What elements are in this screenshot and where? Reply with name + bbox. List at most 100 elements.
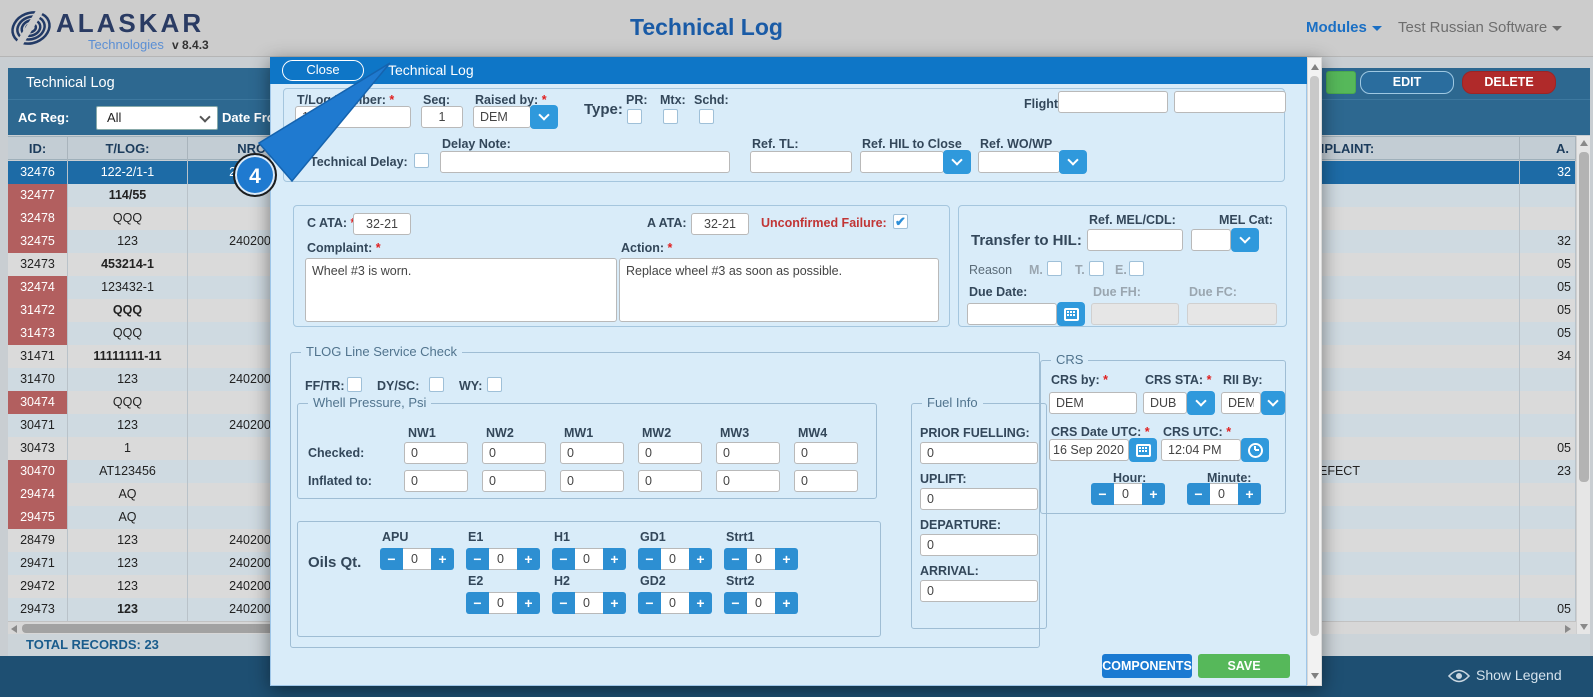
checked-mw4-input[interactable] [794,442,858,464]
ref-mel-input[interactable] [1087,229,1183,251]
apu-input[interactable] [403,548,431,570]
h2-input[interactable] [575,592,603,614]
a-ata-input[interactable] [691,213,749,235]
show-legend-button[interactable]: Show Legend [1476,667,1562,683]
scroll-right-icon[interactable] [1565,625,1571,633]
mel-cat-input[interactable] [1191,229,1231,251]
technical-delay-checkbox[interactable] [414,153,429,168]
add-button[interactable] [1326,71,1356,94]
scroll-up-icon[interactable] [1580,140,1588,146]
strt1-increment-button[interactable] [775,548,798,570]
gd1-decrement-button[interactable] [638,548,661,570]
user-menu[interactable]: Test Russian Software [1398,19,1563,36]
inflated-nw1-input[interactable] [404,470,468,492]
crs-utc-input[interactable] [1161,439,1241,461]
reason-e-checkbox[interactable] [1129,261,1144,276]
e2-decrement-button[interactable] [466,592,489,614]
minute-decrement-button[interactable] [1187,483,1210,505]
mel-cat-dropdown-button[interactable] [1231,228,1259,252]
gd2-decrement-button[interactable] [638,592,661,614]
inflated-mw4-input[interactable] [794,470,858,492]
gd2-input[interactable] [661,592,689,614]
close-button[interactable]: Close [282,60,364,81]
schd-checkbox[interactable] [699,109,714,124]
h1-input[interactable] [575,548,603,570]
fuel-arrival-input[interactable] [920,580,1038,602]
crs-by-input[interactable] [1049,392,1137,414]
checked-mw2-input[interactable] [638,442,702,464]
scroll-down-icon[interactable] [1311,673,1319,679]
h2-increment-button[interactable] [603,592,626,614]
raised-by-input[interactable] [473,106,531,128]
apu-increment-button[interactable] [431,548,454,570]
gd2-increment-button[interactable] [689,592,712,614]
e1-decrement-button[interactable] [466,548,489,570]
flight-input-2[interactable] [1174,91,1286,113]
column-header-tlog[interactable]: T/LOG: [68,137,188,161]
ac-reg-select[interactable]: All [96,106,218,130]
flight-input-1[interactable] [1058,91,1168,113]
wy-checkbox[interactable] [487,377,502,392]
strt2-increment-button[interactable] [775,592,798,614]
checked-nw2-input[interactable] [482,442,546,464]
checked-mw3-input[interactable] [716,442,780,464]
hour-decrement-button[interactable] [1091,483,1114,505]
save-button[interactable]: SAVE [1198,654,1290,678]
c-ata-input[interactable] [353,213,411,235]
reason-m-checkbox[interactable] [1047,261,1062,276]
due-date-calendar-button[interactable] [1057,302,1085,326]
strt2-decrement-button[interactable] [724,592,747,614]
scroll-left-icon[interactable] [11,625,17,633]
checked-mw1-input[interactable] [560,442,624,464]
apu-decrement-button[interactable] [380,548,403,570]
inflated-mw1-input[interactable] [560,470,624,492]
components-button[interactable]: COMPONENTS [1102,654,1192,678]
column-header-id[interactable]: ID: [8,137,68,161]
inflated-nw2-input[interactable] [482,470,546,492]
gd1-increment-button[interactable] [689,548,712,570]
e2-input[interactable] [489,592,517,614]
reason-t-checkbox[interactable] [1089,261,1104,276]
scroll-down-icon[interactable] [1580,624,1588,630]
checked-nw1-input[interactable] [404,442,468,464]
h1-increment-button[interactable] [603,548,626,570]
vertical-scroll-thumb[interactable] [1579,152,1589,482]
e1-increment-button[interactable] [517,548,540,570]
scroll-up-icon[interactable] [1311,64,1319,70]
modules-menu[interactable]: Modules [1306,19,1382,36]
fuel-uplift-input[interactable] [920,488,1038,510]
seq-input[interactable] [421,106,463,128]
h2-decrement-button[interactable] [552,592,575,614]
fuel-prior-fuelling-input[interactable] [920,442,1038,464]
inflated-mw3-input[interactable] [716,470,780,492]
action-textarea[interactable]: Replace wheel #3 as soon as possible. [619,258,939,322]
ref-wowp-dropdown-button[interactable] [1059,150,1087,174]
ref-hil-dropdown-button[interactable] [943,150,971,174]
crs-sta-input[interactable] [1143,392,1187,414]
modal-scrollbar[interactable] [1307,57,1322,686]
ref-tl-input[interactable] [750,151,852,173]
crs-utc-clock-button[interactable] [1241,438,1269,462]
edit-button[interactable]: EDIT [1360,71,1454,94]
delay-note-input[interactable] [440,151,730,173]
strt1-decrement-button[interactable] [724,548,747,570]
tlog-number-input[interactable] [295,106,411,128]
unconfirmed-failure-checkbox[interactable] [893,214,908,229]
h1-decrement-button[interactable] [552,548,575,570]
minute-increment-button[interactable] [1238,483,1261,505]
ref-wowp-input[interactable] [978,151,1060,173]
delete-button[interactable]: DELETE [1462,71,1556,94]
raised-by-dropdown-button[interactable] [530,105,558,129]
hour-input[interactable] [1114,483,1142,505]
strt1-input[interactable] [747,548,775,570]
strt2-input[interactable] [747,592,775,614]
dysc-checkbox[interactable] [429,377,444,392]
mtx-checkbox[interactable] [663,109,678,124]
ref-hil-input[interactable] [860,151,944,173]
table-vertical-scrollbar[interactable] [1576,136,1590,634]
fftr-checkbox[interactable] [347,377,362,392]
crs-sta-dropdown-button[interactable] [1187,391,1215,415]
complaint-textarea[interactable]: Wheel #3 is worn. [305,258,617,322]
column-header-a[interactable]: A. [1520,137,1576,161]
gd1-input[interactable] [661,548,689,570]
